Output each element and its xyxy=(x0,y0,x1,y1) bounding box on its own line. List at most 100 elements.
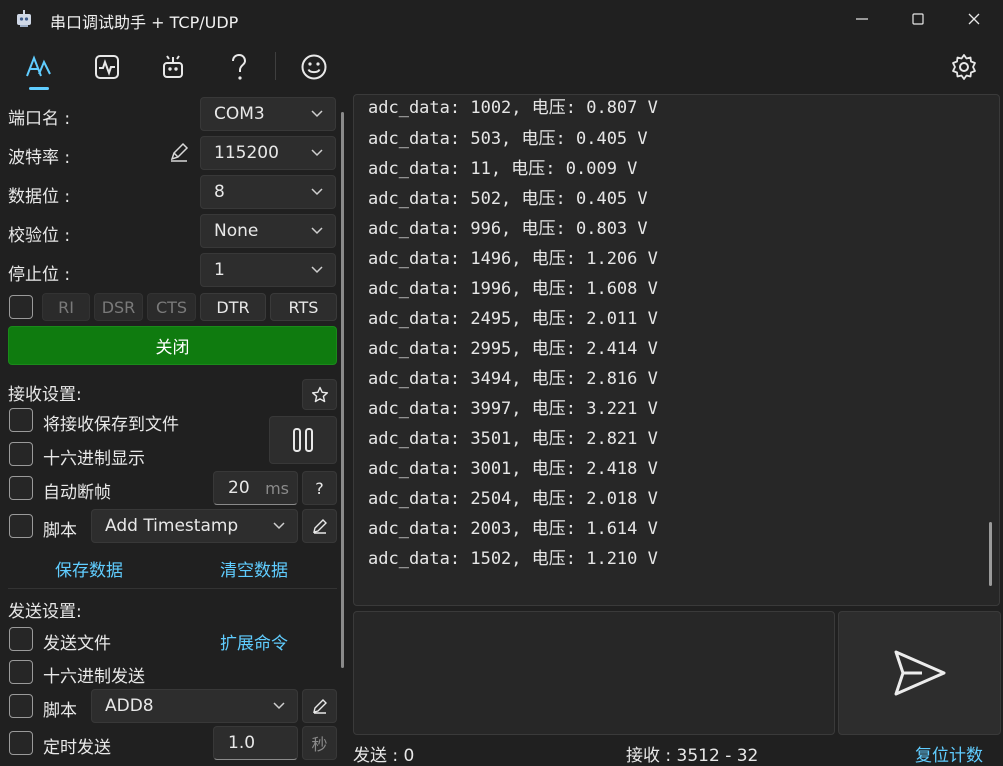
databits-label: 数据位 : xyxy=(8,187,71,207)
log-scrollbar[interactable] xyxy=(989,522,992,586)
edit-baud-icon[interactable] xyxy=(168,141,190,163)
receive-script-checkbox[interactable] xyxy=(9,514,33,538)
baud-select[interactable]: 115200 xyxy=(200,136,336,170)
receive-script-select[interactable]: Add Timestamp xyxy=(91,509,298,543)
automation-button[interactable] xyxy=(156,50,190,84)
chevron-down-icon xyxy=(311,266,323,274)
text-mode-button[interactable] xyxy=(22,50,56,90)
receive-script-value: Add Timestamp xyxy=(105,516,239,536)
port-select[interactable]: COM3 xyxy=(200,97,336,131)
maximize-icon xyxy=(912,13,924,25)
send-script-value: ADD8 xyxy=(105,696,154,716)
stopbits-value: 1 xyxy=(214,260,225,280)
section-divider xyxy=(8,588,337,589)
save-data-link[interactable]: 保存数据 xyxy=(55,556,123,581)
log-line: adc_data: 3501, 电压: 2.821 V xyxy=(368,429,658,449)
log-line: adc_data: 1002, 电压: 0.807 V xyxy=(368,98,658,118)
pin-dtr-button[interactable]: DTR xyxy=(200,293,266,321)
clear-data-link[interactable]: 清空数据 xyxy=(220,556,288,581)
hex-send-label: 十六进制发送 xyxy=(43,667,145,687)
auto-frame-value: 20 xyxy=(228,478,250,498)
close-window-button[interactable] xyxy=(946,0,1002,38)
baud-value: 115200 xyxy=(214,143,279,163)
toolbar-divider xyxy=(275,52,276,80)
edit-pen-icon xyxy=(312,699,327,714)
chevron-down-icon xyxy=(311,188,323,196)
pulse-chart-icon xyxy=(95,55,119,79)
log-line: adc_data: 1996, 电压: 1.608 V xyxy=(368,279,658,299)
feedback-button[interactable] xyxy=(297,50,331,84)
log-line: adc_data: 502, 电压: 0.405 V xyxy=(368,189,648,209)
chevron-down-icon xyxy=(311,149,323,157)
parity-label: 校验位 : xyxy=(8,226,71,246)
log-line: adc_data: 3997, 电压: 3.221 V xyxy=(368,399,658,419)
reset-counter-link[interactable]: 复位计数 xyxy=(915,741,983,766)
log-line: adc_data: 2003, 电压: 1.614 V xyxy=(368,519,658,539)
databits-value: 8 xyxy=(214,182,225,202)
waveform-mode-button[interactable] xyxy=(90,50,124,84)
sent-count: 发送 : 0 xyxy=(353,746,415,766)
port-value: COM3 xyxy=(214,104,265,124)
save-to-file-label: 将接收保存到文件 xyxy=(43,415,179,435)
auto-frame-help-button[interactable]: ? xyxy=(302,471,337,505)
log-line: adc_data: 3001, 电压: 2.418 V xyxy=(368,459,658,479)
auto-frame-input[interactable]: 20 ms xyxy=(213,471,298,505)
minimize-button[interactable] xyxy=(834,0,890,38)
parity-value: None xyxy=(214,221,259,241)
hex-display-checkbox[interactable] xyxy=(9,442,33,466)
title-bar: 串口调试助手 + TCP/UDP xyxy=(0,0,1003,38)
pin-dsr: DSR xyxy=(94,293,143,321)
robot-icon xyxy=(163,55,183,78)
pause-button[interactable] xyxy=(269,416,337,464)
parity-select[interactable]: None xyxy=(200,214,336,248)
chevron-down-icon xyxy=(311,110,323,118)
log-line: adc_data: 2995, 电压: 2.414 V xyxy=(368,339,658,359)
stopbits-select[interactable]: 1 xyxy=(200,253,336,287)
auto-frame-unit: ms xyxy=(265,478,289,498)
receive-section-label: 接收设置: xyxy=(8,385,82,405)
auto-frame-checkbox[interactable] xyxy=(9,476,33,500)
pin-rts-button[interactable]: RTS xyxy=(270,293,337,321)
send-file-label: 发送文件 xyxy=(43,634,111,654)
pause-icon xyxy=(293,428,313,452)
auto-frame-label: 自动断帧 xyxy=(43,483,111,503)
edit-send-script-button[interactable] xyxy=(302,689,337,723)
send-file-checkbox[interactable] xyxy=(9,627,33,651)
edit-receive-script-button[interactable] xyxy=(302,509,337,543)
smiley-icon xyxy=(301,54,327,80)
log-line: adc_data: 2504, 电压: 2.018 V xyxy=(368,489,658,509)
log-line: adc_data: 11, 电压: 0.009 V xyxy=(368,159,638,179)
app-robot-icon xyxy=(17,10,31,27)
send-script-checkbox[interactable] xyxy=(9,694,33,718)
maximize-button[interactable] xyxy=(890,0,946,38)
star-icon xyxy=(311,386,328,402)
timed-send-label: 定时发送 xyxy=(43,738,111,758)
close-icon xyxy=(968,13,980,25)
port-label: 端口名 : xyxy=(8,109,71,129)
settings-button[interactable] xyxy=(947,50,981,84)
receive-log[interactable]: adc_data: 1002, 电压: 0.807 V adc_data: 50… xyxy=(353,94,1000,606)
hex-send-checkbox[interactable] xyxy=(9,660,33,684)
pins-checkbox[interactable] xyxy=(9,295,33,319)
send-button[interactable] xyxy=(838,611,1001,735)
settings-scrollbar[interactable] xyxy=(341,112,344,668)
hex-display-label: 十六进制显示 xyxy=(43,449,145,469)
send-arrow-icon xyxy=(894,650,945,696)
help-button[interactable] xyxy=(222,50,256,84)
favorite-button[interactable] xyxy=(302,379,337,410)
edit-pen-icon xyxy=(312,519,327,534)
timed-unit-label: 秒 xyxy=(302,726,337,760)
log-line: adc_data: 1496, 电压: 1.206 V xyxy=(368,249,658,269)
waveform-text-icon xyxy=(26,55,51,77)
databits-select[interactable]: 8 xyxy=(200,175,336,209)
chevron-down-icon xyxy=(273,702,285,710)
log-line: adc_data: 2495, 电压: 2.011 V xyxy=(368,309,658,329)
timed-send-input[interactable]: 1.0 xyxy=(213,726,298,760)
ext-commands-link[interactable]: 扩展命令 xyxy=(220,629,288,654)
close-port-button[interactable]: 关闭 xyxy=(8,326,337,365)
save-to-file-checkbox[interactable] xyxy=(9,408,33,432)
log-line: adc_data: 1502, 电压: 1.210 V xyxy=(368,549,658,569)
send-script-select[interactable]: ADD8 xyxy=(91,689,298,723)
timed-send-checkbox[interactable] xyxy=(9,731,33,755)
send-input[interactable] xyxy=(353,611,835,735)
